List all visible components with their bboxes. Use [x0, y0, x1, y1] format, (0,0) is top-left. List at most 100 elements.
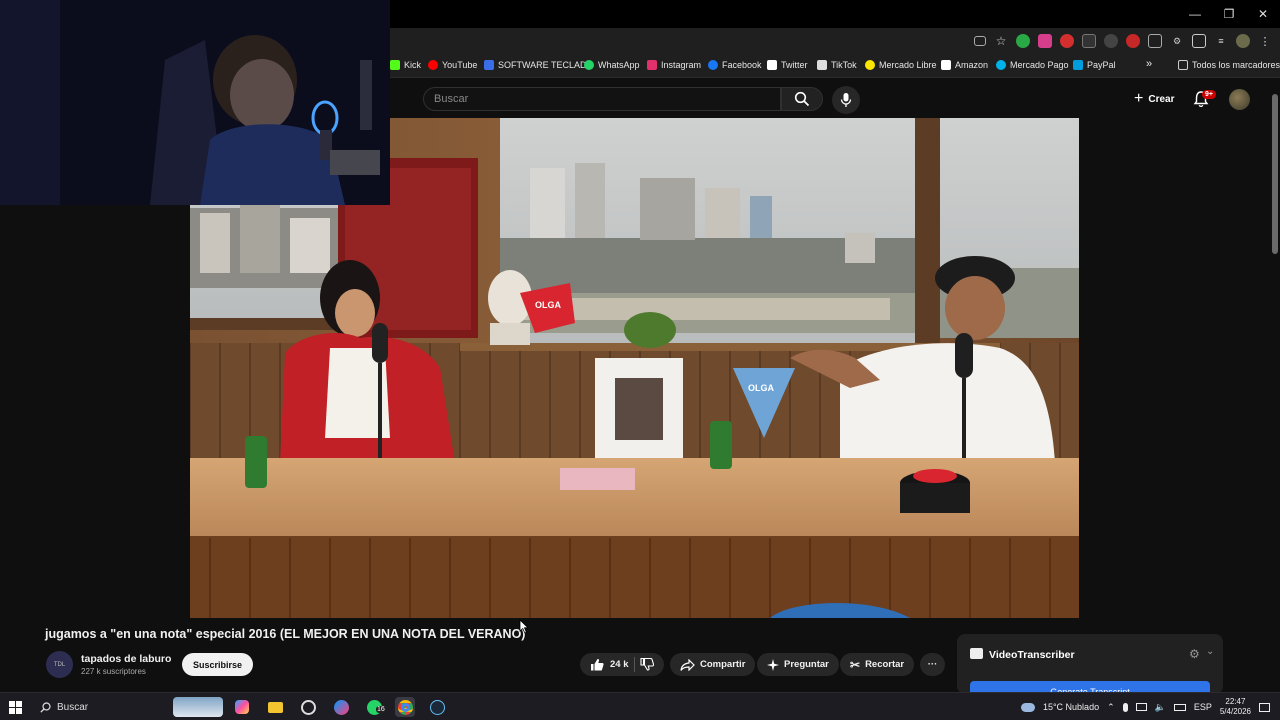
- extension-green-icon[interactable]: [1016, 34, 1030, 48]
- kebab-menu-icon[interactable]: ⋮: [1258, 34, 1272, 48]
- windows-taskbar: Buscar 16 15°C Nublado ⌃ 🔈 ESP 22:47 5/4…: [0, 692, 1280, 720]
- ask-button[interactable]: Preguntar: [757, 653, 839, 676]
- taskbar-clock[interactable]: 22:47 5/4/2026: [1220, 697, 1251, 717]
- channel-avatar[interactable]: TDL: [46, 651, 73, 678]
- bookmark-mercado-libre[interactable]: Mercado Libre: [865, 60, 937, 70]
- voice-search-button[interactable]: [832, 86, 860, 114]
- install-app-icon[interactable]: [974, 36, 986, 46]
- close-icon[interactable]: ✕: [1246, 0, 1280, 28]
- bookmark-youtube[interactable]: YouTube: [428, 60, 477, 70]
- notification-center-icon[interactable]: [1259, 702, 1270, 712]
- tray-overflow-icon[interactable]: ⌃: [1107, 702, 1115, 713]
- bookmark-software-teclado[interactable]: SOFTWARE TECLADO: [484, 60, 594, 70]
- scissors-icon: ✂: [850, 657, 861, 672]
- mouse-cursor-icon: [519, 619, 529, 634]
- create-button[interactable]: + Crear: [1124, 87, 1184, 111]
- minimize-icon[interactable]: —: [1178, 0, 1212, 28]
- sparkle-icon: [767, 658, 779, 671]
- tiktok-icon: [817, 60, 827, 70]
- network-icon[interactable]: [1135, 703, 1147, 711]
- share-button[interactable]: Compartir: [670, 653, 756, 676]
- facebook-icon: [708, 60, 718, 70]
- bookmarks-overflow-button[interactable]: »: [1146, 58, 1152, 70]
- share-icon: [680, 658, 695, 671]
- plus-icon: +: [1134, 90, 1144, 107]
- whatsapp-taskbar-icon[interactable]: 16: [364, 697, 386, 717]
- tray-mic-icon[interactable]: [1122, 702, 1128, 712]
- account-avatar[interactable]: [1229, 89, 1250, 110]
- system-tray: 15°C Nublado ⌃ 🔈 ESP 22:47 5/4/2026: [1020, 693, 1280, 720]
- extension-record-icon[interactable]: [1126, 34, 1140, 48]
- obs-icon[interactable]: [298, 697, 318, 717]
- notifications-badge: 9+: [1202, 90, 1216, 99]
- bookmark-tiktok[interactable]: TikTok: [817, 60, 857, 70]
- weather-status[interactable]: 15°C Nublado: [1043, 702, 1099, 712]
- clock-time: 22:47: [1225, 697, 1246, 706]
- reading-list-icon[interactable]: ≡: [1214, 34, 1228, 48]
- steam-icon[interactable]: [427, 697, 447, 717]
- extension-gray-icon[interactable]: [1104, 34, 1118, 48]
- subscriber-count: 227 k suscriptores: [81, 667, 146, 676]
- extension-dark-icon[interactable]: [1082, 34, 1096, 48]
- volume-icon[interactable]: 🔈: [1155, 702, 1166, 713]
- extensions-puzzle-icon[interactable]: [1192, 34, 1206, 48]
- extension-window-icon[interactable]: [1148, 34, 1162, 48]
- all-bookmarks-folder[interactable]: Todos los marcadores: [1178, 60, 1280, 70]
- chrome-taskbar-icon[interactable]: [395, 697, 415, 717]
- messenger-icon[interactable]: [331, 697, 351, 717]
- scrollbar-thumb[interactable]: [1272, 94, 1278, 254]
- thumbs-down-icon[interactable]: [639, 658, 654, 671]
- thumbs-up-icon: [591, 658, 604, 671]
- channel-name[interactable]: tapados de laburo: [81, 653, 171, 665]
- window-controls: — ❐ ✕: [1178, 0, 1280, 28]
- mercadopago-icon: [996, 60, 1006, 70]
- bookmark-paypal[interactable]: PayPal: [1073, 60, 1116, 70]
- extension-red-icon[interactable]: [1060, 34, 1074, 48]
- screen: — ❐ ✕ ☆ ⚙ ≡ ⋮ Kick YouTube SOFTWARE TECL…: [0, 0, 1280, 720]
- extension-gear-icon[interactable]: ⚙: [1170, 34, 1184, 48]
- like-dislike-group: 24 k: [580, 653, 664, 676]
- taskbar-search-label: Buscar: [57, 701, 89, 713]
- webcam-frame: [0, 0, 390, 205]
- bookmark-mercado-pago[interactable]: Mercado Pago: [996, 60, 1069, 70]
- transcriber-settings-icon[interactable]: ⚙: [1189, 647, 1200, 661]
- like-count: 24 k: [610, 659, 629, 670]
- clock-date: 5/4/2026: [1219, 707, 1251, 716]
- battery-icon[interactable]: [1173, 703, 1186, 711]
- bookmark-whatsapp[interactable]: WhatsApp: [584, 60, 640, 70]
- webcam-overlay: [0, 0, 390, 205]
- extension-pink-icon[interactable]: [1038, 34, 1052, 48]
- extensions-toolbar: ☆ ⚙ ≡ ⋮: [974, 34, 1272, 48]
- fan-text: OLGA: [535, 300, 561, 310]
- instagram-icon: [647, 60, 657, 70]
- copilot-icon[interactable]: [232, 697, 252, 717]
- input-language[interactable]: ESP: [1194, 702, 1212, 712]
- bookmark-facebook[interactable]: Facebook: [708, 60, 762, 70]
- bookmark-amazon[interactable]: Amazon: [941, 60, 988, 70]
- youtube-icon: [428, 60, 438, 70]
- clip-button[interactable]: ✂ Recortar: [840, 653, 915, 676]
- bookmark-kick[interactable]: Kick: [390, 60, 421, 70]
- like-button[interactable]: 24 k: [590, 658, 629, 671]
- profile-avatar-icon[interactable]: [1236, 34, 1250, 48]
- kick-icon: [390, 60, 400, 70]
- file-explorer-icon[interactable]: [265, 697, 285, 717]
- microphone-icon: [840, 93, 852, 107]
- like-divider: [633, 657, 635, 672]
- bookmark-star-icon[interactable]: ☆: [994, 34, 1008, 48]
- more-actions-button[interactable]: ···: [920, 653, 945, 676]
- search-button[interactable]: [781, 87, 823, 111]
- subscribe-button[interactable]: Suscribirse: [182, 653, 254, 676]
- videotranscriber-title: VideoTranscriber: [989, 649, 1075, 661]
- weather-widget-image[interactable]: [173, 697, 223, 717]
- windows-start-icon[interactable]: [9, 701, 22, 714]
- page-scrollbar[interactable]: [1270, 82, 1280, 692]
- restore-icon[interactable]: ❐: [1212, 0, 1246, 28]
- bookmark-instagram[interactable]: Instagram: [647, 60, 701, 70]
- whatsapp-badge: 16: [376, 706, 386, 713]
- bookmark-twitter[interactable]: Twitter: [767, 60, 808, 70]
- search-input[interactable]: Buscar: [423, 87, 781, 111]
- chevron-down-icon[interactable]: ⌄: [1206, 646, 1214, 657]
- videotranscriber-panel: VideoTranscriber ⚙ ⌄ Generate Transcript: [957, 634, 1223, 694]
- amazon-icon: [941, 60, 951, 70]
